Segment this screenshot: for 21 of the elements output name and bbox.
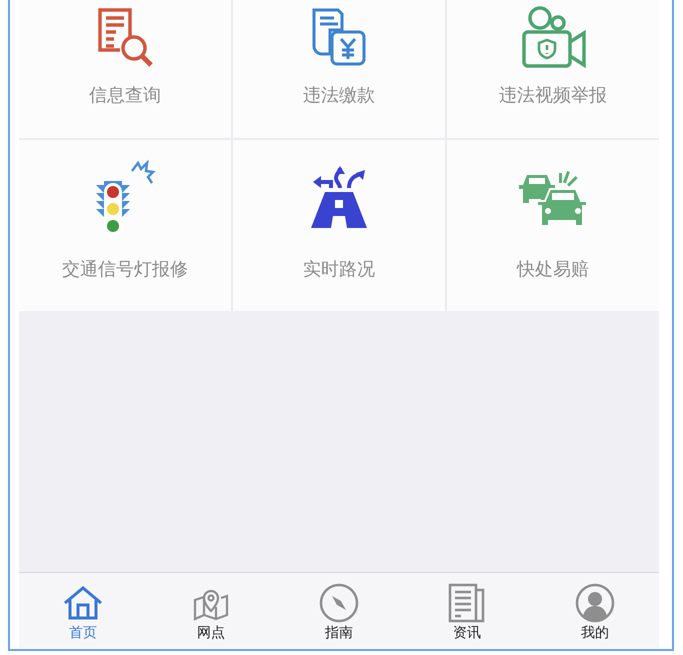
tab-bar-item[interactable]: 我的 xyxy=(531,573,659,648)
service-tile[interactable]: 违法视频举报 xyxy=(447,0,659,138)
tab-bar-item[interactable]: 指南 xyxy=(275,573,403,648)
user-avatar-icon xyxy=(575,583,615,623)
tab-bar-item[interactable]: 资讯 xyxy=(403,573,531,648)
newspaper-icon xyxy=(447,583,487,623)
service-label: 实时路况 xyxy=(303,258,375,282)
home-icon xyxy=(63,585,103,621)
tab-bar-item[interactable]: 首页 xyxy=(19,573,147,648)
service-label: 交通信号灯报修 xyxy=(62,258,188,282)
service-tile[interactable]: 快处易赔 xyxy=(447,140,659,311)
tab-bar-item[interactable]: 网点 xyxy=(147,573,275,648)
service-label: 违法视频举报 xyxy=(499,84,607,108)
service-label: 快处易赔 xyxy=(517,258,589,282)
service-tile[interactable]: 信息查询 xyxy=(19,0,231,138)
service-tile[interactable]: 违法缴款 xyxy=(233,0,445,138)
service-tile[interactable]: 交通信号灯报修 xyxy=(19,140,231,311)
service-tile[interactable]: 实时路况 xyxy=(233,140,445,311)
service-label: 违法缴款 xyxy=(303,84,375,108)
service-label: 信息查询 xyxy=(89,84,161,108)
compass-icon xyxy=(319,583,359,623)
